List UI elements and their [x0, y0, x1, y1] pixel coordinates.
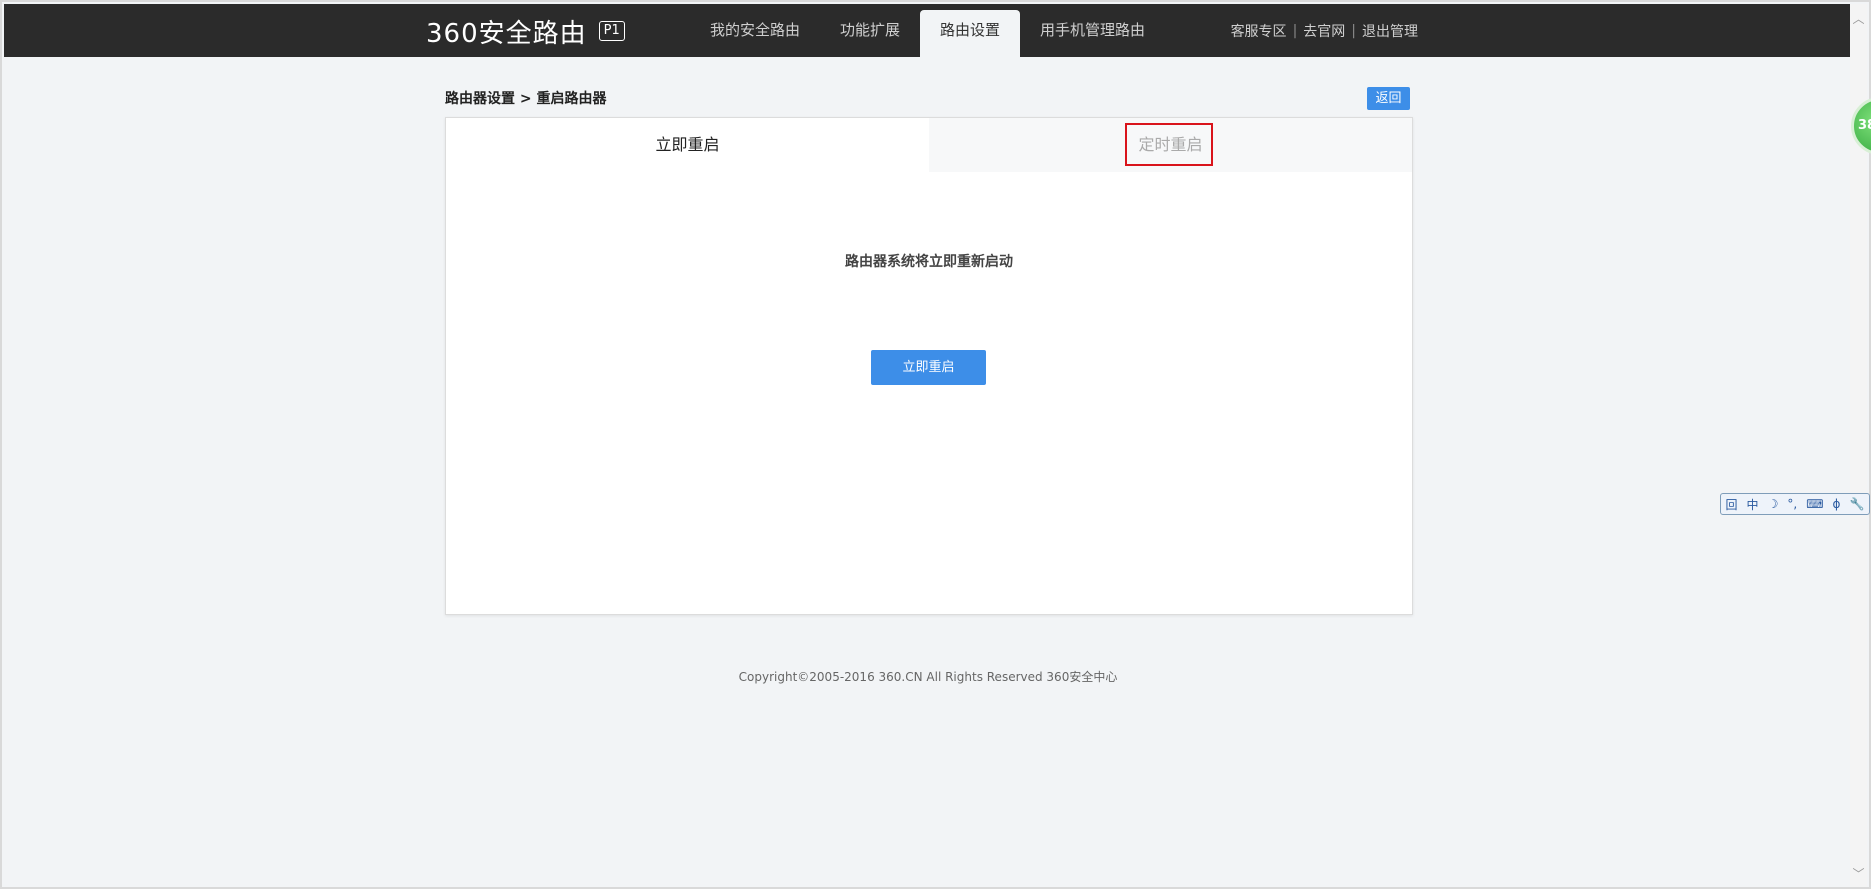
model-badge: P1 — [598, 21, 625, 41]
chevron-up-icon[interactable]: ︿ — [1852, 12, 1865, 26]
highlight-box — [1125, 123, 1213, 166]
brand-logo[interactable]: 360安全路由 P1 — [426, 14, 625, 49]
ime-symbol-icon[interactable]: ϕ — [1833, 497, 1841, 511]
moon-icon[interactable]: ☽ — [1768, 497, 1779, 511]
nav-extensions[interactable]: 功能扩展 — [820, 4, 920, 57]
tab-reboot-now[interactable]: 立即重启 — [446, 118, 929, 172]
link-official-site[interactable]: 去官网 — [1297, 21, 1351, 41]
link-logout[interactable]: 退出管理 — [1356, 21, 1424, 41]
chevron-down-icon[interactable]: ﹀ — [1852, 867, 1865, 881]
back-button[interactable]: 返回 — [1367, 87, 1410, 110]
breadcrumb: 路由器设置 > 重启路由器 — [445, 91, 607, 107]
nav-router-settings[interactable]: 路由设置 — [920, 10, 1021, 57]
header-links: 客服专区 | 去官网 | 退出管理 — [1225, 4, 1424, 57]
tab-bar: 立即重启 定时重启 — [446, 118, 1412, 172]
reboot-now-button[interactable]: 立即重启 — [871, 350, 986, 385]
punctuation-icon[interactable]: °, — [1787, 497, 1797, 511]
reboot-panel: 立即重启 定时重启 路由器系统将立即重新启动 立即重启 — [445, 117, 1413, 615]
tab-scheduled-reboot[interactable]: 定时重启 — [929, 118, 1412, 172]
nav-my-router[interactable]: 我的安全路由 — [690, 4, 820, 57]
nav-mobile-manage[interactable]: 用手机管理路由 — [1020, 4, 1165, 57]
reboot-message: 路由器系统将立即重新启动 — [845, 254, 1013, 270]
ime-toolbar: 回 中 ☽ °, ⌨ ϕ 🔧 — [1720, 493, 1870, 515]
top-navigation-bar: 360安全路由 P1 我的安全路由 功能扩展 路由设置 用手机管理路由 客服专区… — [4, 4, 1854, 57]
logo-text: 360安全路由 — [426, 18, 587, 49]
copyright: Copyright©2005-2016 360.CN All Rights Re… — [738, 670, 1118, 684]
ime-logo-icon[interactable]: 回 — [1726, 496, 1738, 513]
browser-window: 360安全路由 P1 我的安全路由 功能扩展 路由设置 用手机管理路由 客服专区… — [0, 0, 1871, 889]
link-customer-service[interactable]: 客服专区 — [1225, 21, 1293, 41]
wrench-icon[interactable]: 🔧 — [1849, 497, 1864, 511]
ime-chinese-mode[interactable]: 中 — [1747, 496, 1759, 513]
main-nav: 我的安全路由 功能扩展 路由设置 用手机管理路由 — [690, 4, 1165, 57]
keyboard-icon[interactable]: ⌨ — [1806, 497, 1823, 511]
